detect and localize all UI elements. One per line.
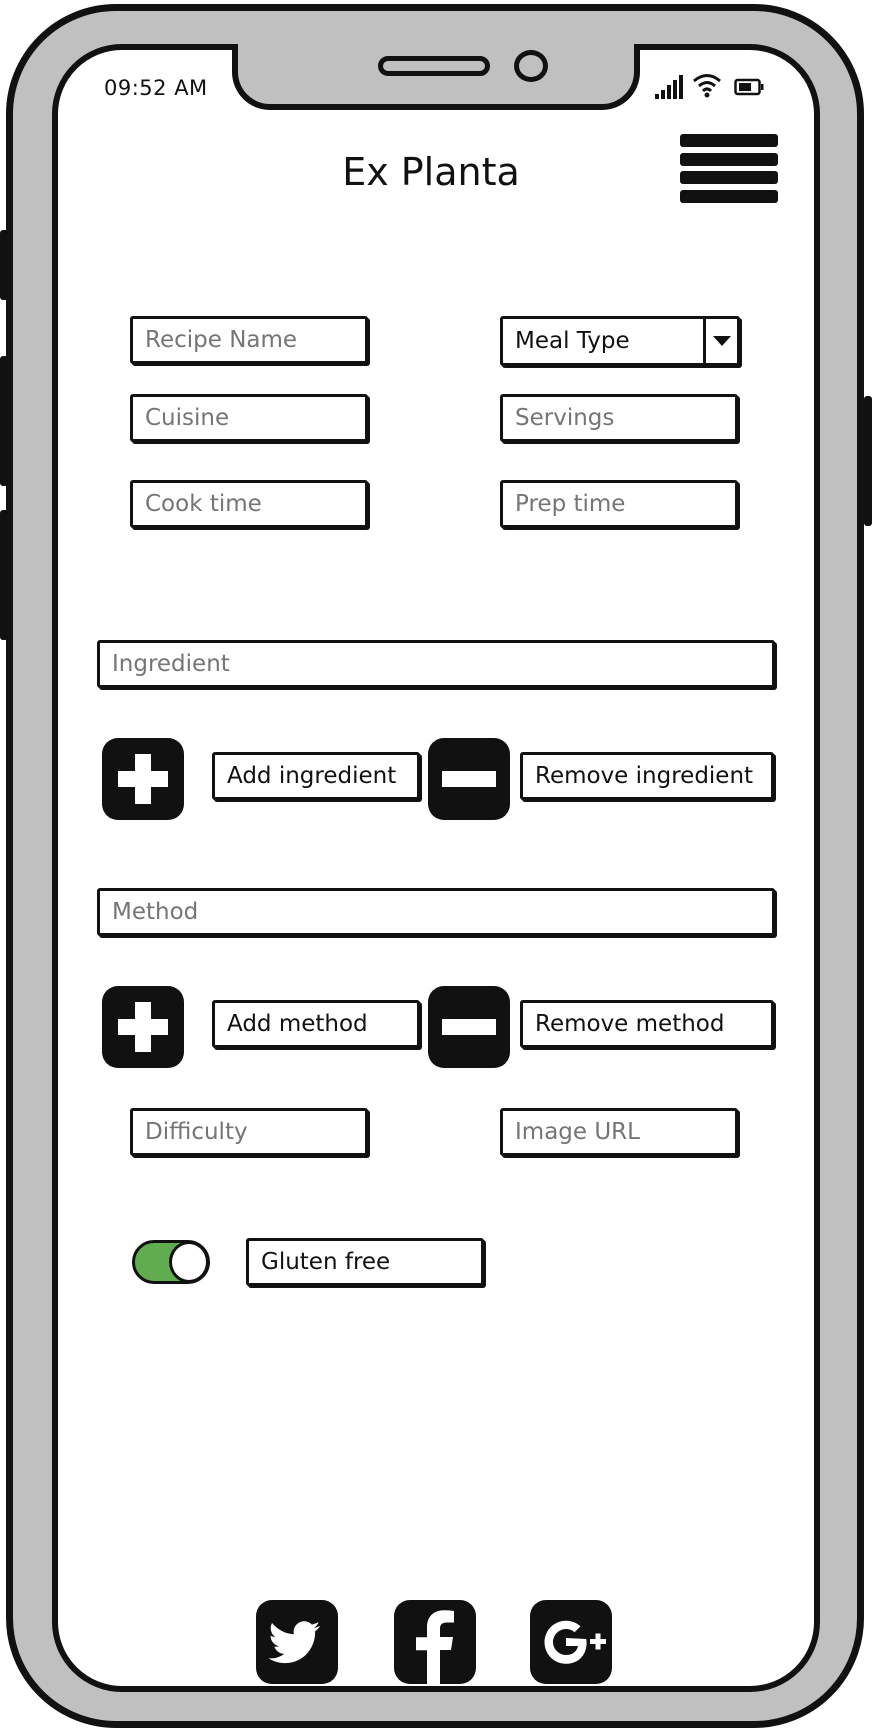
gluten-free-toggle[interactable] <box>132 1240 210 1284</box>
remove-method-button[interactable] <box>428 986 510 1068</box>
google-plus-icon[interactable] <box>530 1600 612 1684</box>
remove-ingredient-label[interactable]: Remove ingredient <box>520 752 774 800</box>
meal-type-selected: Meal Type <box>515 328 630 354</box>
meal-type-select[interactable]: Meal Type <box>500 316 740 366</box>
cook-time-input[interactable] <box>130 480 368 528</box>
add-ingredient-button[interactable] <box>102 738 184 820</box>
signal-icon <box>655 75 683 99</box>
menu-bar <box>680 152 778 166</box>
add-method-button[interactable] <box>102 986 184 1068</box>
prep-time-input[interactable] <box>500 480 738 528</box>
cuisine-input[interactable] <box>130 394 368 442</box>
add-method-label[interactable]: Add method <box>212 1000 420 1048</box>
facebook-icon[interactable] <box>394 1600 476 1684</box>
front-camera <box>514 50 548 82</box>
difficulty-input[interactable] <box>130 1108 368 1156</box>
remove-ingredient-button[interactable] <box>428 738 510 820</box>
wifi-icon <box>693 74 721 98</box>
servings-input[interactable] <box>500 394 738 442</box>
method-input[interactable] <box>97 888 775 936</box>
add-ingredient-label[interactable]: Add ingredient <box>212 752 420 800</box>
menu-bar <box>680 134 778 147</box>
mute-switch <box>0 230 8 300</box>
notch <box>232 44 640 110</box>
power-button <box>864 396 872 526</box>
volume-up-button <box>0 356 8 486</box>
ingredient-input[interactable] <box>97 640 775 688</box>
volume-down-button <box>0 510 8 640</box>
screen <box>52 44 820 1692</box>
menu-bar <box>680 171 778 184</box>
twitter-icon[interactable] <box>256 1600 338 1684</box>
image-url-input[interactable] <box>500 1108 738 1156</box>
minus-icon <box>442 771 496 787</box>
status-time: 09:52 AM <box>104 76 208 100</box>
hamburger-menu-icon[interactable] <box>680 134 778 212</box>
chevron-down-icon[interactable] <box>703 319 737 363</box>
plus-icon <box>118 754 168 804</box>
toggle-knob <box>169 1241 209 1283</box>
recipe-name-input[interactable] <box>130 316 368 364</box>
speaker <box>378 56 490 76</box>
plus-icon <box>118 1002 168 1052</box>
app-title: Ex Planta <box>342 150 520 194</box>
battery-icon <box>734 78 764 96</box>
menu-bar <box>680 189 778 203</box>
gluten-free-label: Gluten free <box>246 1238 484 1286</box>
remove-method-label[interactable]: Remove method <box>520 1000 774 1048</box>
minus-icon <box>442 1019 496 1035</box>
